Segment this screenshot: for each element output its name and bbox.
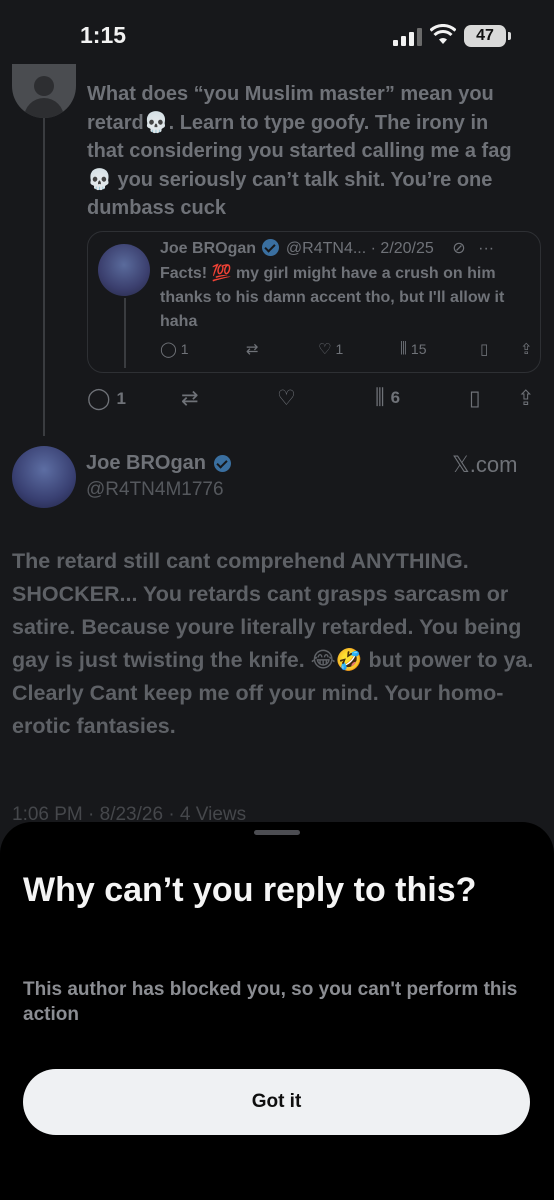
quote-repost-button[interactable]: ⇄ — [246, 340, 259, 358]
more-icon[interactable]: ··· — [478, 240, 494, 257]
quote-author-handle: @R4TN4... — [285, 240, 367, 257]
quote-text: Facts! 💯 my girl might have a crush on h… — [160, 265, 505, 330]
wifi-icon — [430, 24, 456, 44]
quote-date: · 2/20/25 — [370, 240, 434, 257]
sheet-title: Why can’t you reply to this? — [23, 871, 477, 909]
main-tweet-text: The retard still cant comprehend ANYTHIN… — [12, 549, 534, 738]
quote-like-button[interactable]: ♡ 1 — [318, 340, 343, 358]
bookmark-button[interactable]: ▯ — [469, 386, 481, 411]
views-icon: ⫼ — [375, 386, 385, 409]
views-button[interactable]: ⫼ 6 — [375, 386, 400, 410]
reply-icon: ◯ — [160, 341, 177, 358]
like-button[interactable]: ♡ — [277, 386, 296, 411]
quote-views[interactable]: ⫼ 15 — [400, 340, 426, 357]
sheet-description: This author has blocked you, so you can'… — [23, 979, 518, 1025]
status-bar: 1:15 47 — [0, 0, 554, 62]
got-it-button[interactable]: Got it — [23, 1069, 530, 1135]
quote-avatar — [98, 244, 150, 296]
quote-actions: ◯ 1 ⇄ ♡ 1 ⫼ 15 ▯ ⇪ — [160, 340, 540, 360]
reply-tweet-text: What does “you Muslim master” mean you r… — [87, 83, 512, 219]
quote-bookmark-button[interactable]: ▯ — [480, 340, 488, 358]
default-avatar[interactable] — [12, 64, 76, 118]
reply-button[interactable]: ◯ 1 — [87, 386, 126, 411]
author-name: Joe BROgan — [86, 452, 207, 474]
repost-icon: ⇄ — [181, 387, 199, 410]
reply-icon: ◯ — [87, 387, 111, 410]
verified-badge-icon — [262, 239, 280, 256]
quoted-tweet[interactable]: Joe BROgan @R4TN4... · 2/20/25 ⊘ ··· Fac… — [87, 231, 541, 373]
author-handle: @R4TN4M1776 — [86, 479, 224, 500]
grok-icon[interactable]: ⊘ — [452, 240, 465, 257]
quote-reply-button[interactable]: ◯ 1 — [160, 340, 189, 358]
sheet-grabber[interactable] — [254, 830, 300, 835]
views-icon: ⫼ — [400, 340, 407, 357]
share-icon: ⇪ — [520, 341, 533, 358]
status-time: 1:15 — [80, 22, 127, 48]
blocked-bottom-sheet: Why can’t you reply to this? This author… — [0, 822, 554, 1200]
bookmark-icon: ▯ — [469, 387, 481, 410]
verified-badge-icon — [213, 455, 231, 472]
quote-share-button[interactable]: ⇪ — [520, 340, 533, 358]
bookmark-icon: ▯ — [480, 341, 489, 358]
reply-tweet-actions: ◯ 1 ⇄ ♡ ⫼ 6 ▯ ⇪ — [87, 386, 547, 412]
author-name-row[interactable]: Joe BROgan — [86, 452, 233, 475]
battery-icon: 47 — [464, 25, 511, 47]
quote-header: Joe BROgan @R4TN4... · 2/20/25 ⊘ ··· — [160, 238, 494, 258]
x-logo-source: 𝕏.com — [452, 452, 518, 477]
author-avatar[interactable] — [12, 446, 76, 508]
share-icon: ⇪ — [517, 387, 535, 410]
heart-icon: ♡ — [318, 341, 332, 358]
heart-icon: ♡ — [277, 387, 296, 410]
share-button[interactable]: ⇪ — [517, 386, 535, 411]
repost-button[interactable]: ⇄ — [181, 386, 199, 411]
cellular-signal-icon — [393, 28, 422, 46]
repost-icon: ⇄ — [246, 341, 259, 358]
quote-author-name: Joe BROgan — [160, 240, 257, 257]
thread-line — [43, 118, 45, 436]
